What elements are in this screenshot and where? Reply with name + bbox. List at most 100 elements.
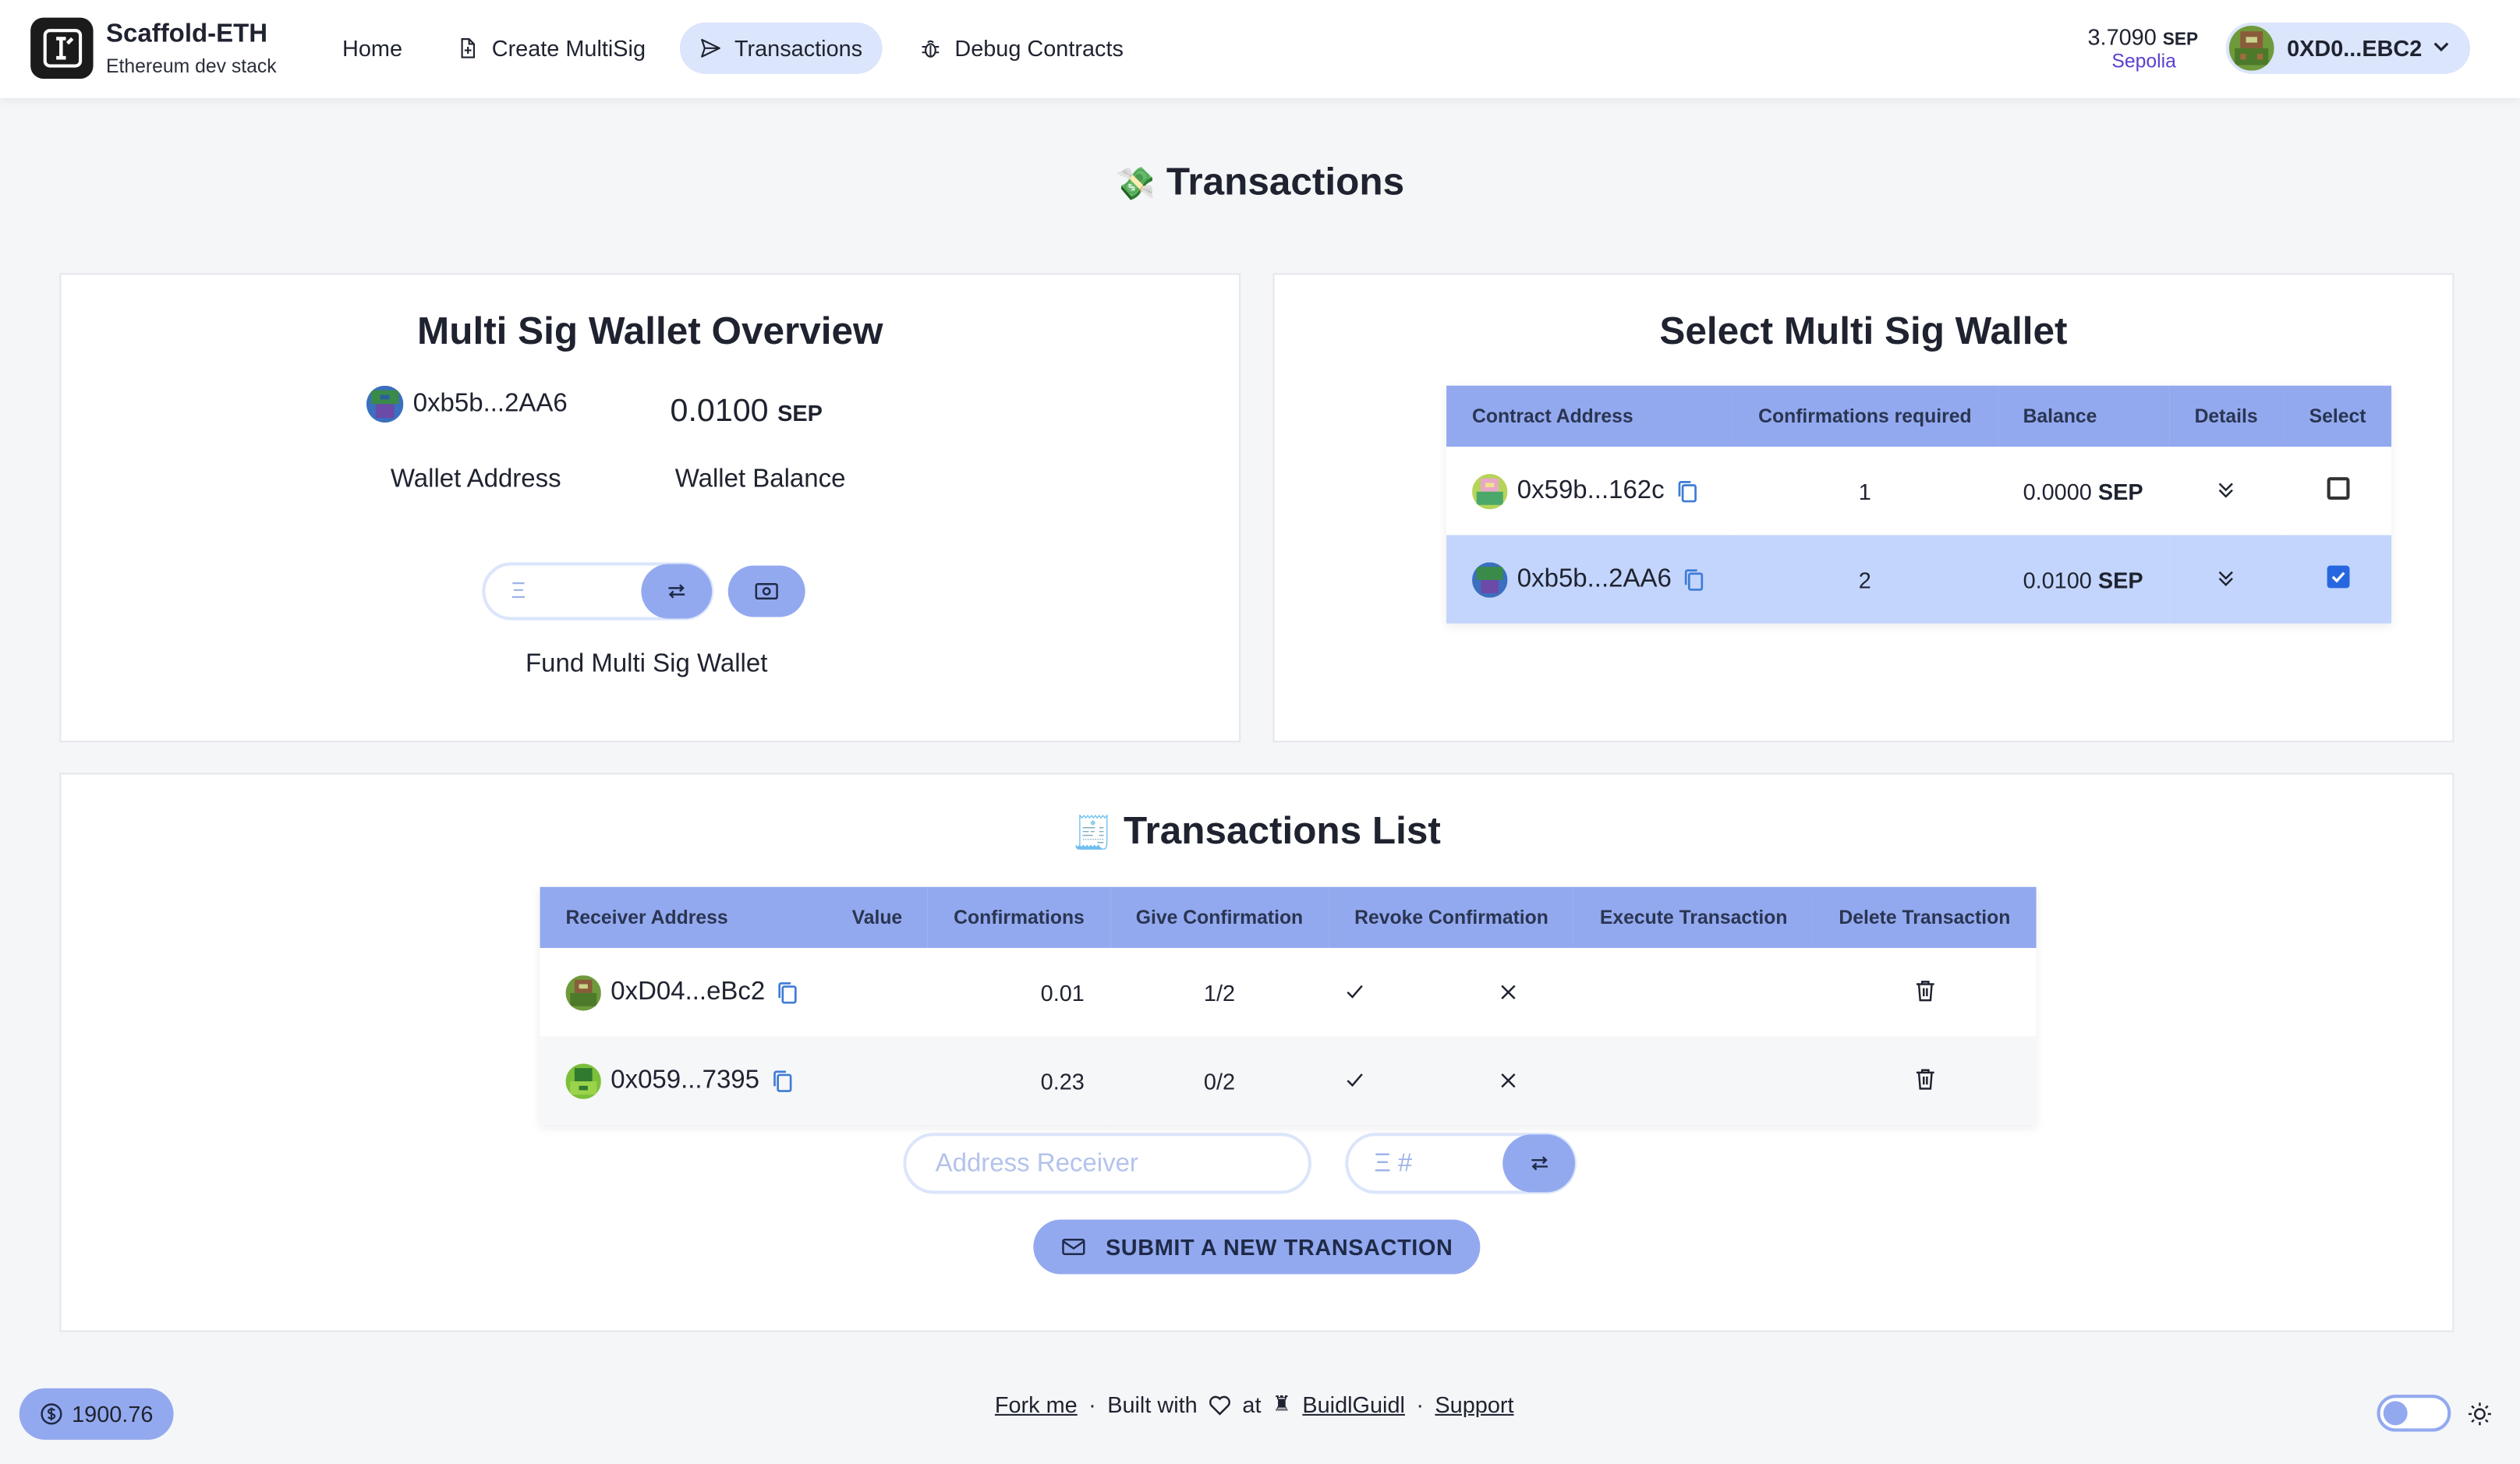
copy-icon[interactable] (1681, 567, 1707, 592)
transactions-list-title: 🧾 Transactions List (61, 810, 2452, 855)
buidlguidl-link[interactable]: BuidlGuidl (1302, 1392, 1405, 1417)
swap-arrows-icon (668, 584, 685, 599)
copy-icon[interactable] (1674, 478, 1700, 504)
fund-amount-input[interactable]: Ξ (482, 562, 714, 621)
transactions-table: Receiver Address Value Confirmations Giv… (540, 886, 2037, 1125)
header: Scaffold-ETH Ethereum dev stack Home Cre… (0, 0, 2520, 98)
wallet-balance: 0.0100 SEP (671, 394, 823, 430)
contract-balance-value: 0.0100 (2023, 566, 2092, 592)
account-balance-value: 3.7090 (2087, 23, 2157, 50)
eth-price-value: 1900.76 (72, 1401, 154, 1427)
receiver-address: 0x059...7395 (565, 1063, 801, 1098)
col-revoke-confirmation: Revoke Confirmation (1329, 886, 1574, 949)
contract-avatar (1472, 473, 1508, 509)
contract-balance: 0.0000 SEP (1997, 447, 2169, 536)
delete-transaction-button[interactable] (1813, 1036, 2037, 1125)
check-icon (1346, 1073, 1363, 1087)
tx-value-swap-button[interactable] (1502, 1134, 1575, 1193)
nav-home[interactable]: Home (323, 23, 421, 74)
buidlguidl-castle-icon: ♜ (1272, 1391, 1291, 1416)
wallet-address-label: Wallet Address (390, 465, 561, 493)
details-toggle[interactable] (2168, 535, 2284, 624)
submit-transaction-button[interactable]: SUBMIT A NEW TRANSACTION (1033, 1219, 1481, 1275)
logo[interactable] (30, 17, 94, 79)
account-balance: 3.7090 SEP (2087, 24, 2198, 50)
close-icon[interactable] (1499, 982, 1517, 1000)
brand-subtitle: Ethereum dev stack (106, 55, 277, 77)
contract-avatar (1472, 561, 1508, 597)
fund-wallet-label: Fund Multi Sig Wallet (526, 650, 768, 678)
dollar-circle-icon (40, 1403, 62, 1425)
receiver-address-placeholder: Address Receiver (935, 1150, 1138, 1178)
nav-transactions[interactable]: Transactions (679, 22, 882, 74)
delete-transaction-button[interactable] (1813, 948, 2037, 1037)
theme-toggle[interactable] (2377, 1395, 2451, 1432)
give-confirmation-button[interactable] (1329, 948, 1574, 1037)
copy-icon[interactable] (769, 1068, 795, 1094)
check-icon (1346, 984, 1363, 998)
fund-send-button[interactable] (727, 565, 805, 617)
nav-create-multisig[interactable]: Create MultiSig (437, 23, 665, 74)
trash-icon (1916, 980, 1934, 1001)
col-confirmations-required: Confirmations required (1732, 385, 1998, 447)
details-toggle[interactable] (2168, 447, 2284, 536)
col-receiver-address: Receiver Address (540, 886, 826, 949)
nav-debug-contracts[interactable]: Debug Contracts (900, 23, 1142, 74)
receipt-icon: 🧾 (1072, 816, 1113, 852)
tx-value: 0.01 (928, 948, 1110, 1037)
footer-separator: · (1416, 1391, 1424, 1417)
table-row: 0x59b...162c 1 0.0000 SEP (1446, 447, 2392, 536)
footer: Fork me · Built with at ♜ BuidlGuidl · S… (995, 1392, 1514, 1417)
give-confirmation-button[interactable] (1329, 1036, 1574, 1125)
money-with-wings-icon: 💸 (1115, 167, 1156, 203)
wallet-table: Contract Address Confirmations required … (1446, 385, 2392, 624)
confirmations-required: 2 (1732, 535, 1998, 624)
select-checkbox[interactable] (2326, 565, 2349, 589)
fork-me-link[interactable]: Fork me (995, 1392, 1078, 1417)
contract-balance: 0.0100 SEP (1997, 535, 2169, 624)
built-with-text: Built with (1107, 1391, 1198, 1417)
fund-amount-placeholder: Ξ (511, 576, 526, 603)
envelope-icon (1062, 1238, 1085, 1256)
nav-debug-contracts-label: Debug Contracts (954, 35, 1124, 62)
eth-price-badge[interactable]: 1900.76 (19, 1388, 174, 1440)
tx-value-placeholder: Ξ # (1374, 1150, 1413, 1178)
wallet-overview-title: Multi Sig Wallet Overview (417, 309, 883, 354)
receiver-address: 0xD04...eBc2 (565, 974, 801, 1010)
paper-plane-icon (701, 38, 720, 58)
wallet-balance-value: 0.0100 (670, 393, 769, 430)
tx-confirmations: 1/2 (1110, 948, 1329, 1037)
close-icon[interactable] (1499, 1071, 1517, 1089)
wallet-balance-label: Wallet Balance (674, 465, 846, 493)
tx-value-input[interactable]: Ξ # (1345, 1133, 1577, 1194)
col-value: Value (826, 886, 929, 949)
wallet-address: 0xb5b...2AA6 (366, 385, 568, 423)
transactions-list-title-text: Transactions List (1123, 809, 1441, 854)
receiver-avatar (565, 1063, 601, 1098)
contract-balance-unit: SEP (2097, 566, 2143, 592)
wallet-avatar (366, 385, 404, 423)
document-plus-icon (461, 38, 476, 58)
contract-address: 0x59b...162c (1472, 473, 1707, 509)
page-title-text: Transactions (1166, 161, 1405, 204)
receiver-address-input[interactable]: Address Receiver (903, 1133, 1311, 1194)
check-icon (2331, 571, 2345, 583)
nav-create-multisig-label: Create MultiSig (491, 35, 646, 62)
receiver-address-value: 0x059...7395 (611, 1066, 759, 1094)
col-balance: Balance (1997, 385, 2169, 447)
chevron-double-down-icon (2218, 570, 2234, 585)
nav-home-label: Home (342, 35, 403, 62)
copy-icon[interactable] (775, 979, 801, 1005)
select-checkbox[interactable] (2326, 477, 2349, 500)
account-balance-unit: SEP (2162, 30, 2199, 50)
chevron-double-down-icon (2218, 482, 2234, 497)
fund-swap-button[interactable] (641, 564, 713, 619)
page-title: 💸 Transactions (0, 161, 2520, 206)
account-dropdown-button[interactable]: 0XD0...EBC2 (2225, 22, 2471, 74)
table-row: 0x059...7395 0.23 0/2 (540, 1036, 2037, 1125)
account-avatar (2228, 25, 2274, 71)
trash-icon (1916, 1068, 1934, 1089)
support-link[interactable]: Support (1435, 1392, 1513, 1417)
col-contract-address: Contract Address (1446, 385, 1733, 447)
receiver-avatar (565, 974, 601, 1010)
